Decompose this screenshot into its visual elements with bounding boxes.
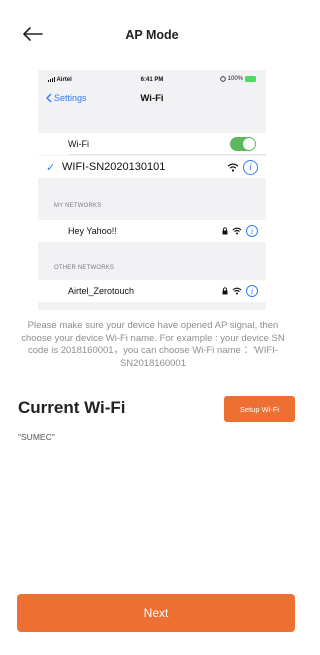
wifi-toggle-switch[interactable] — [230, 137, 256, 151]
ap-mode-screen: AP Mode Airtel 6:41 PM 100% Settings Wi-… — [0, 0, 304, 655]
instructions-text: Please make sure your device have opened… — [21, 320, 285, 369]
info-icon[interactable]: i — [246, 225, 258, 237]
next-button[interactable]: Next — [17, 594, 295, 632]
battery-icon — [245, 76, 256, 82]
setup-wifi-button[interactable]: Setup Wi-Fi — [224, 396, 295, 422]
lock-icon — [222, 227, 228, 235]
network-icons: i — [222, 225, 258, 237]
current-wifi-title: Current Wi-Fi — [18, 398, 126, 417]
info-icon[interactable]: i — [246, 285, 258, 297]
toggle-knob — [243, 138, 255, 150]
battery-status: 100% — [219, 76, 256, 82]
battery-percent: 100% — [227, 76, 243, 82]
wifi-toggle-row: Wi-Fi — [38, 133, 266, 155]
wifi-toggle-label: Wi-Fi — [68, 139, 89, 149]
network-icons: i — [227, 159, 258, 175]
other-networks-label: OTHER NETWORKS — [54, 265, 115, 271]
info-icon[interactable]: i — [243, 159, 258, 175]
row-divider — [68, 154, 266, 155]
page-title: AP Mode — [125, 28, 179, 42]
network-row[interactable]: Hey Yahoo!! i — [38, 220, 266, 242]
current-wifi-ssid: "SUMEC" — [18, 432, 55, 442]
checkmark-icon: ✓ — [46, 161, 56, 174]
wifi-icon — [232, 287, 242, 295]
connected-ssid: WIFI-SN2020130101 — [62, 161, 166, 173]
network-row[interactable]: Airtel_Zerotouch i — [38, 280, 266, 302]
example-screenshot: Airtel 6:41 PM 100% Settings Wi-Fi Wi-Fi — [38, 70, 266, 310]
network-icons: i — [222, 285, 258, 297]
header: AP Mode — [0, 0, 304, 70]
wifi-icon — [227, 163, 239, 172]
wifi-icon — [232, 227, 242, 235]
ios-nav-bar: Settings Wi-Fi — [38, 90, 266, 110]
location-icon — [219, 76, 226, 82]
status-bar: Airtel 6:41 PM 100% — [38, 70, 266, 92]
network-ssid: Airtel_Zerotouch — [68, 286, 135, 296]
connected-network-row[interactable]: ✓ WIFI-SN2020130101 i — [38, 156, 266, 178]
my-networks-label: MY NETWORKS — [54, 203, 102, 209]
network-ssid: Hey Yahoo!! — [68, 226, 117, 236]
lock-icon — [222, 287, 228, 295]
wifi-nav-title: Wi-Fi — [140, 93, 164, 104]
